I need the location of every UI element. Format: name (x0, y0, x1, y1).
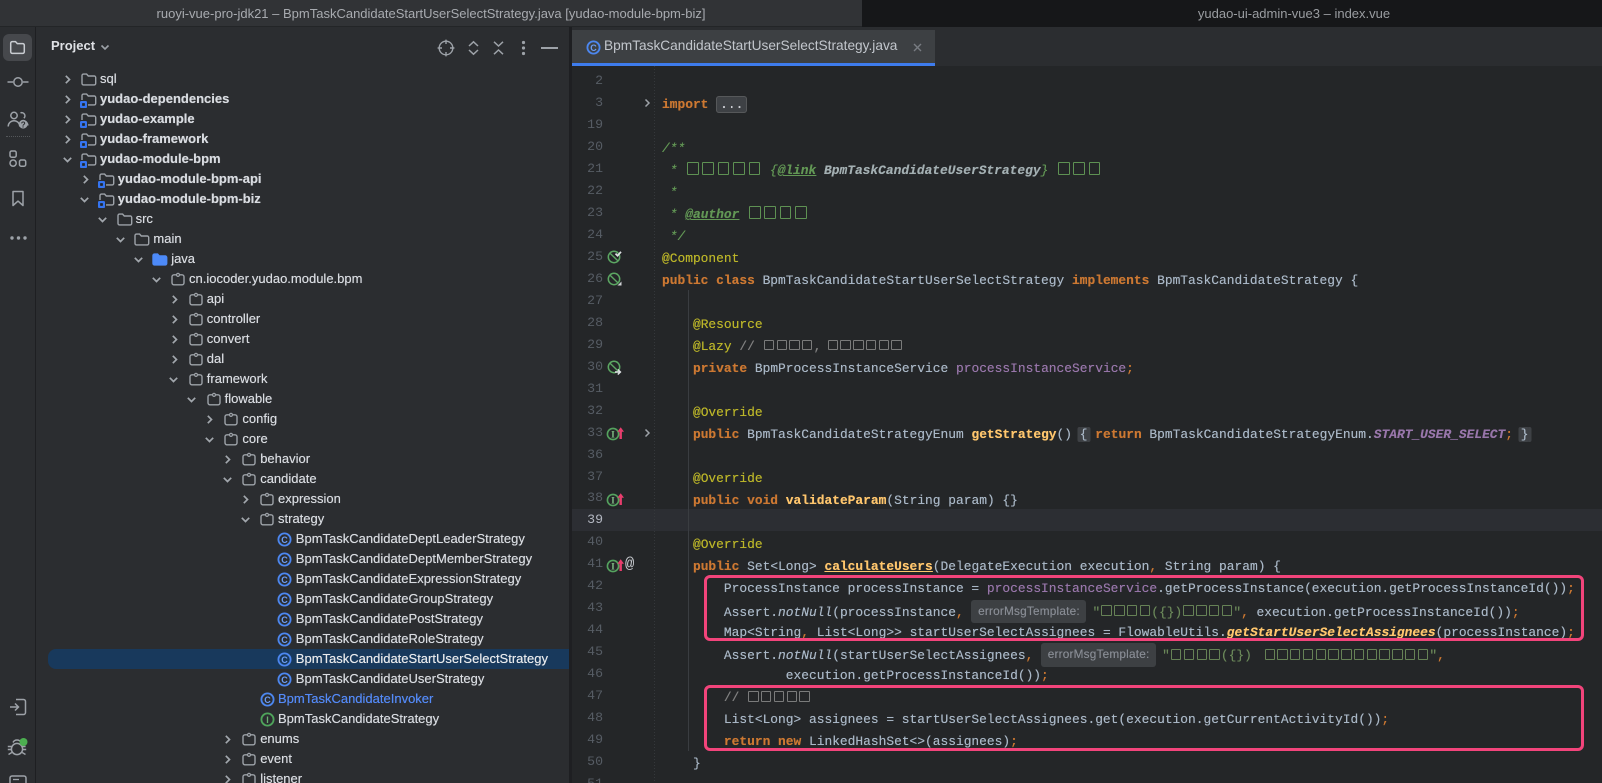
svg-text:I: I (611, 430, 615, 440)
svg-text:C: C (282, 635, 289, 645)
svg-text:C: C (282, 595, 289, 605)
svg-text:C: C (282, 655, 289, 665)
svg-text:C: C (282, 575, 289, 585)
svg-text:C: C (282, 615, 289, 625)
svg-text:C: C (282, 535, 289, 545)
svg-text:C: C (590, 43, 597, 53)
svg-text:I: I (611, 562, 615, 572)
svg-text:I: I (611, 496, 615, 506)
svg-text:C: C (282, 675, 289, 685)
svg-text:I: I (266, 715, 269, 725)
svg-text:C: C (264, 695, 271, 705)
svg-text:C: C (282, 555, 289, 565)
svg-text:?: ? (21, 120, 26, 129)
